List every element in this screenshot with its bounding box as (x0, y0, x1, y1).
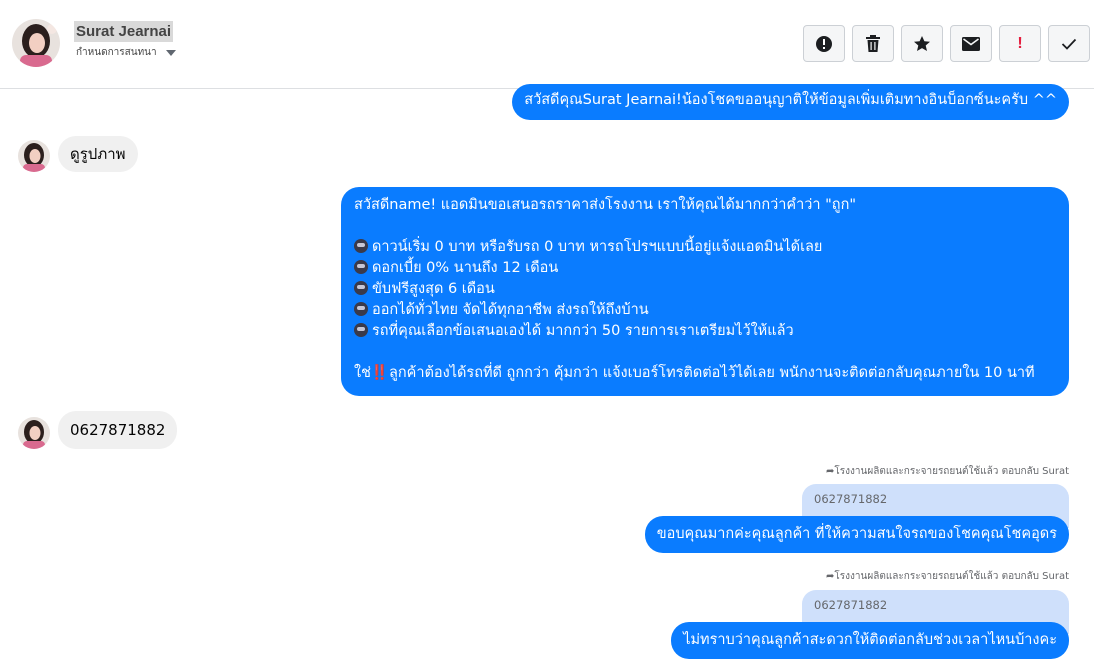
contact-avatar[interactable] (12, 19, 60, 67)
envelope-icon (962, 36, 980, 51)
message-text: ไม่ทราบว่าคุณลูกค้าสะดวกให้ติดต่อกลับช่ว… (683, 632, 1057, 648)
star-icon (914, 35, 930, 51)
mark-unread-button[interactable] (950, 25, 992, 62)
message-text: ขอบคุณมากค่ะคุณลูกค้า ที่ให้ความสนใจรถขอ… (656, 526, 1057, 542)
message-outgoing-reply[interactable]: ขอบคุณมากค่ะคุณลูกค้า ที่ให้ความสนใจรถขอ… (644, 516, 1069, 553)
contact-name[interactable]: Surat Jearnai (74, 21, 174, 42)
message-outgoing-reply[interactable]: ไม่ทราบว่าคุณลูกค้าสะดวกให้ติดต่อกลับช่ว… (671, 622, 1069, 659)
mark-done-button[interactable] (1048, 25, 1090, 62)
promo-bullet: รถที่คุณเลือกข้อเสนอเองได้ มากกว่า 50 รา… (354, 321, 1057, 342)
mark-important-button[interactable]: ! (999, 25, 1041, 62)
trash-icon (866, 34, 880, 52)
promo-bullet: ออกได้ทั่วไทย จัดได้ทุกอาชีพ ส่งรถให้ถึง… (354, 300, 1057, 321)
quoted-text: 0627871882 (814, 492, 888, 506)
delete-button[interactable] (852, 25, 894, 62)
conversation-header: Surat Jearnai กำหนดการสนทนา ! (0, 0, 1094, 89)
exclamation-icon: ! (1017, 34, 1023, 52)
mark-spam-button[interactable] (803, 25, 845, 62)
assign-conversation-dropdown[interactable]: กำหนดการสนทนา (76, 45, 176, 60)
sender-avatar[interactable] (18, 417, 50, 449)
check-icon (1061, 38, 1077, 50)
assign-label: กำหนดการสนทนา (76, 47, 157, 58)
message-text: 0627871882 (70, 421, 166, 439)
promo-line-greeting: สวัสดีname! แอดมินขอเสนอรถราคาส่งโรงงาน … (354, 197, 857, 213)
promo-bullet: ดอกเบี้ย 0% นานถึง 12 เดือน (354, 258, 1057, 279)
car-emoji-icon (354, 281, 368, 295)
quoted-text: 0627871882 (814, 598, 888, 612)
reply-meta: ➦โรงงานผลิตและกระจายรถยนต์ใช้แล้ว ตอบกลั… (826, 466, 1069, 477)
message-text: สวัสดีคุณSurat Jearnai!น้องโชคขออนุญาติใ… (524, 92, 1057, 108)
message-incoming[interactable]: ดูรูปภาพ (58, 136, 138, 172)
message-text: ดูรูปภาพ (70, 145, 126, 163)
promo-bullet: ขับฟรีสูงสุด 6 เดือน (354, 279, 1057, 300)
double-exclamation-icon: ‼️ (370, 365, 389, 381)
alert-circle-icon (816, 35, 832, 52)
header-actions: ! (803, 25, 1090, 62)
message-outgoing-promo[interactable]: สวัสดีname! แอดมินขอเสนอรถราคาส่งโรงงาน … (341, 187, 1069, 396)
car-emoji-icon (354, 239, 368, 253)
promo-line-closing: ใช่‼️ลูกค้าต้องได้รถที่ดี ถูกกว่า คุ้มกว… (354, 365, 1035, 381)
reply-meta: ➦โรงงานผลิตและกระจายรถยนต์ใช้แล้ว ตอบกลั… (826, 571, 1069, 582)
car-emoji-icon (354, 323, 368, 337)
promo-bullet: ดาวน์เริ่ม 0 บาท หรือรับรถ 0 บาท หารถโปร… (354, 237, 1057, 258)
sender-avatar[interactable] (18, 140, 50, 172)
star-button[interactable] (901, 25, 943, 62)
message-incoming[interactable]: 0627871882 (58, 411, 178, 449)
car-emoji-icon (354, 260, 368, 274)
message-outgoing[interactable]: สวัสดีคุณSurat Jearnai!น้องโชคขออนุญาติใ… (512, 84, 1069, 120)
car-emoji-icon (354, 302, 368, 316)
caret-down-icon (165, 49, 176, 56)
